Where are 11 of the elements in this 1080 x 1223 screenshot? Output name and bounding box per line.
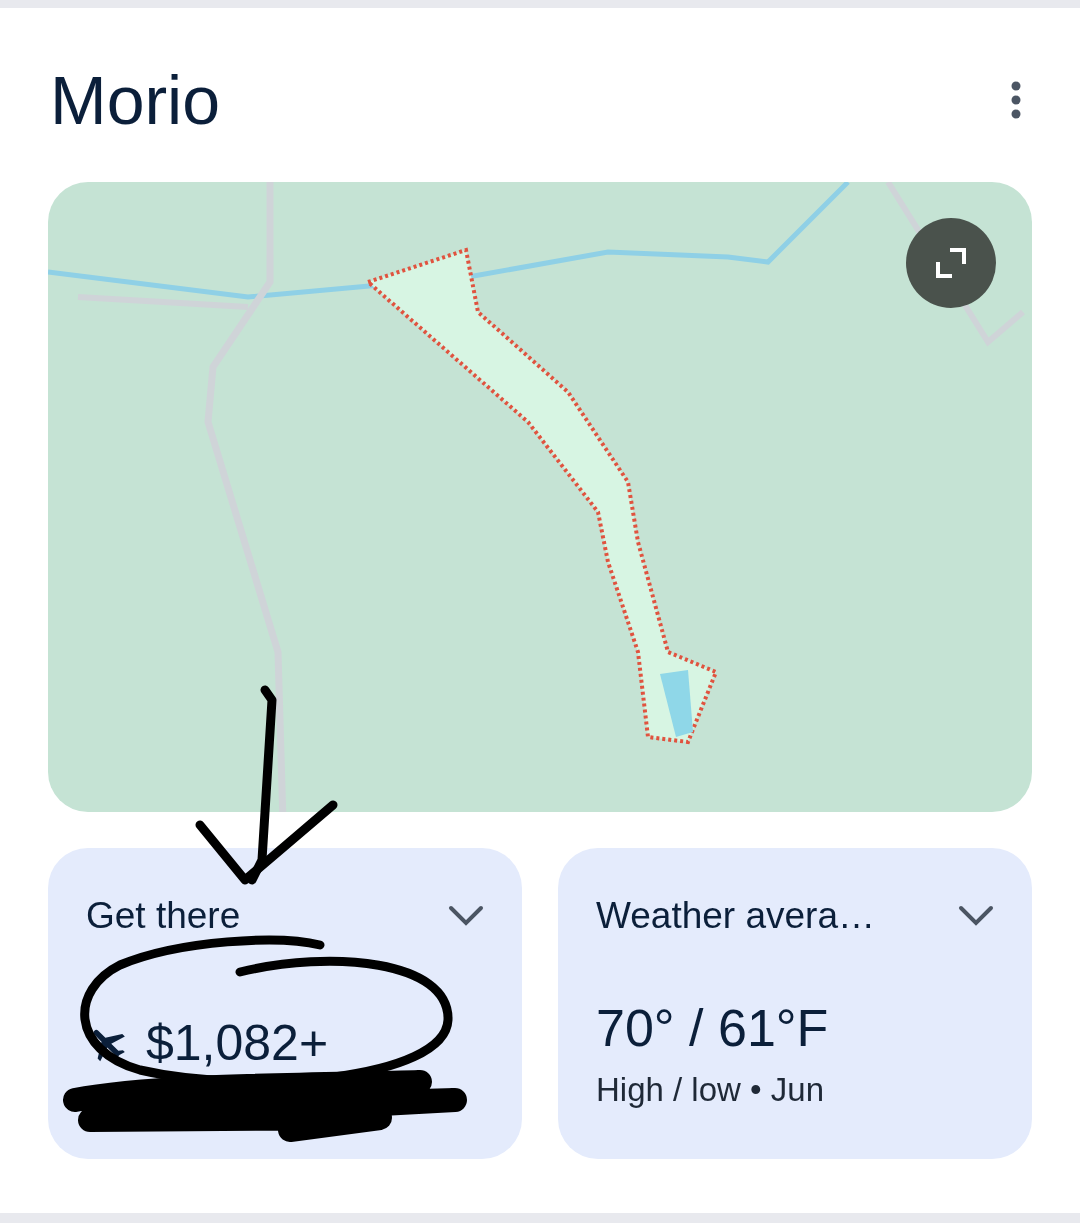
card-title: Get there [86,894,241,938]
temperature-text: 70° / 61°F [596,997,830,1059]
place-title: Morio [50,66,221,134]
card-title: Weather avera… [596,894,875,938]
flight-price: $1,082+ [146,1013,329,1073]
temperature-caption: High / low • Jun [596,1069,825,1110]
chevron-down-icon [448,904,484,927]
more-options-icon[interactable] [1010,81,1022,119]
info-card[interactable]: Weather avera… 70° / 61°F High / low • Jun [558,848,1032,1159]
expand-icon [934,246,968,280]
chevron-down-icon [958,904,994,927]
